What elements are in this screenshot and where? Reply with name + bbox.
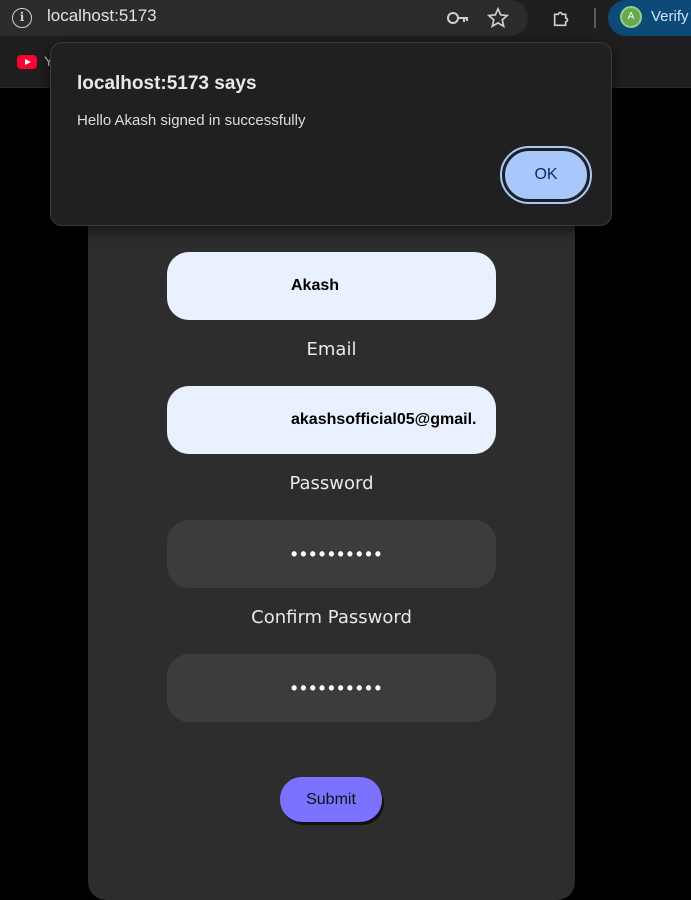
key-icon[interactable]: [446, 8, 470, 28]
confirm-password-field[interactable]: [167, 654, 496, 722]
dialog-title: localhost:5173 says: [77, 73, 257, 94]
youtube-icon[interactable]: [17, 55, 37, 69]
site-info-icon[interactable]: i: [12, 8, 32, 28]
toolbar-divider: [594, 8, 596, 28]
password-field[interactable]: [167, 520, 496, 588]
profile-button[interactable]: A Verify: [608, 0, 691, 36]
email-field[interactable]: [167, 386, 496, 454]
password-label: Password: [289, 473, 374, 494]
bookmark-star-icon[interactable]: [487, 7, 509, 29]
address-bar[interactable]: i localhost:5173: [0, 0, 528, 36]
url-text[interactable]: localhost:5173: [47, 6, 157, 26]
name-field[interactable]: [167, 252, 496, 320]
confirm-password-label: Confirm Password: [251, 607, 412, 628]
profile-label: Verify: [651, 8, 689, 25]
browser-toolbar: i localhost:5173 A Verify: [0, 0, 691, 40]
submit-button[interactable]: Submit: [280, 777, 382, 822]
alert-dialog: localhost:5173 says Hello Akash signed i…: [50, 42, 612, 226]
avatar: A: [620, 6, 642, 28]
dialog-message: Hello Akash signed in successfully: [77, 112, 306, 129]
signup-form-card: Email Password Confirm Password Submit: [88, 200, 575, 900]
extensions-icon[interactable]: [551, 7, 573, 29]
email-label: Email: [306, 339, 357, 360]
ok-button[interactable]: OK: [500, 146, 592, 204]
